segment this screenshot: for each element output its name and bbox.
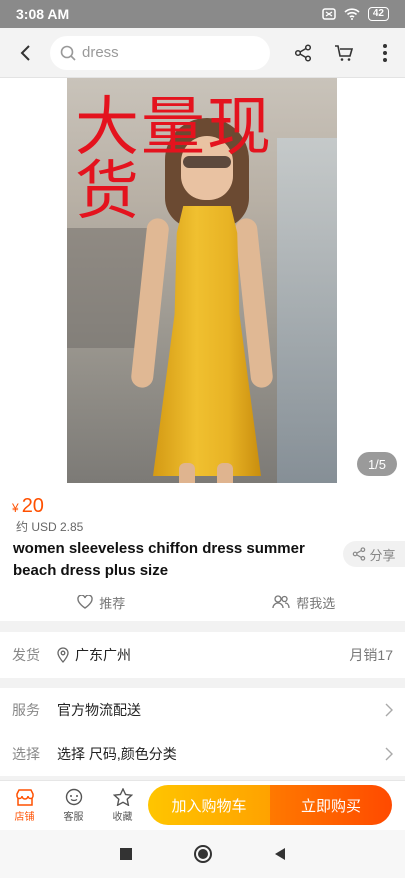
cart-button[interactable] xyxy=(323,28,364,78)
select-spec-row[interactable]: 选择 选择 尺码,颜色分类 xyxy=(0,732,405,776)
store-label: 店铺 xyxy=(14,812,35,823)
cart-icon xyxy=(334,44,353,61)
bottom-action-bar: 店铺 客服 收藏 加入购物车 立即购买 xyxy=(0,780,405,830)
product-photo: 大量现货 xyxy=(67,78,337,483)
shipping-label: 发货 xyxy=(12,647,40,663)
favorite-tab[interactable]: 收藏 xyxy=(98,781,147,831)
battery-indicator: 42 xyxy=(367,7,389,21)
currency-symbol: ¥ xyxy=(12,501,19,515)
sim-icon xyxy=(322,8,336,20)
share-button[interactable] xyxy=(282,28,323,78)
chevron-right-icon xyxy=(385,747,393,761)
select-label: 选择 xyxy=(12,746,40,762)
help-choose-label: 帮我选 xyxy=(296,595,336,611)
price-value: 20 xyxy=(21,495,44,517)
people-icon xyxy=(272,595,290,609)
image-overlay-text: 大量现货 xyxy=(75,91,273,229)
location-pin-icon xyxy=(57,647,69,663)
product-price: ¥20 xyxy=(12,495,44,518)
image-pager: 1/5 xyxy=(357,452,397,476)
favorite-label: 收藏 xyxy=(112,812,133,823)
customer-service-tab[interactable]: 客服 xyxy=(49,781,98,831)
purchase-buttons: 加入购物车 立即购买 xyxy=(148,785,392,825)
shipping-location: 广东广州 xyxy=(75,647,131,663)
chevron-right-icon xyxy=(385,703,393,717)
home-button[interactable] xyxy=(193,845,212,863)
customer-service-icon xyxy=(65,788,82,806)
usd-price: 约 USD 2.85 xyxy=(16,520,84,534)
more-menu-button[interactable] xyxy=(364,28,405,78)
store-icon xyxy=(15,789,34,806)
share-icon xyxy=(353,547,366,561)
add-to-cart-button[interactable]: 加入购物车 xyxy=(148,785,270,825)
buy-now-button[interactable]: 立即购买 xyxy=(270,785,392,825)
service-label: 服务 xyxy=(12,702,40,718)
help-choose-button[interactable]: 帮我选 xyxy=(203,589,405,615)
share-pill-button[interactable]: 分享 xyxy=(343,541,405,567)
status-time: 3:08 AM xyxy=(16,6,70,22)
shipping-row: 发货 广东广州 月销17 xyxy=(0,632,405,678)
top-navbar: dress xyxy=(0,28,405,78)
system-back-icon[interactable] xyxy=(274,847,286,861)
select-value: 选择 尺码,颜色分类 xyxy=(57,746,177,762)
back-button[interactable] xyxy=(0,28,50,78)
share-label: 分享 xyxy=(369,547,396,563)
customer-service-label: 客服 xyxy=(63,812,84,823)
system-navigation-bar xyxy=(0,830,405,878)
store-tab[interactable]: 店铺 xyxy=(0,781,49,831)
status-bar: 3:08 AM 42 xyxy=(0,0,405,28)
product-info-card: ¥20 约 USD 2.85 women sleeveless chiffon … xyxy=(0,483,405,621)
heart-icon xyxy=(77,595,93,609)
search-icon xyxy=(60,45,76,61)
product-title: women sleeveless chiffon dress summer be… xyxy=(13,540,305,579)
service-row[interactable]: 服务 官方物流配送 xyxy=(0,688,405,732)
share-icon xyxy=(294,43,311,62)
chevron-left-icon xyxy=(20,44,30,61)
star-icon xyxy=(112,788,133,806)
service-value: 官方物流配送 xyxy=(57,702,141,718)
wifi-icon xyxy=(344,8,360,20)
product-image-carousel[interactable]: 大量现货 1/5 xyxy=(0,78,405,483)
recommend-button[interactable]: 推荐 xyxy=(0,589,203,615)
more-vertical-icon xyxy=(382,43,387,62)
search-input[interactable]: dress xyxy=(50,35,270,70)
recommend-label: 推荐 xyxy=(99,595,126,611)
search-placeholder: dress xyxy=(82,44,119,61)
monthly-sales: 月销17 xyxy=(349,647,393,663)
recent-apps-button[interactable] xyxy=(119,848,132,860)
